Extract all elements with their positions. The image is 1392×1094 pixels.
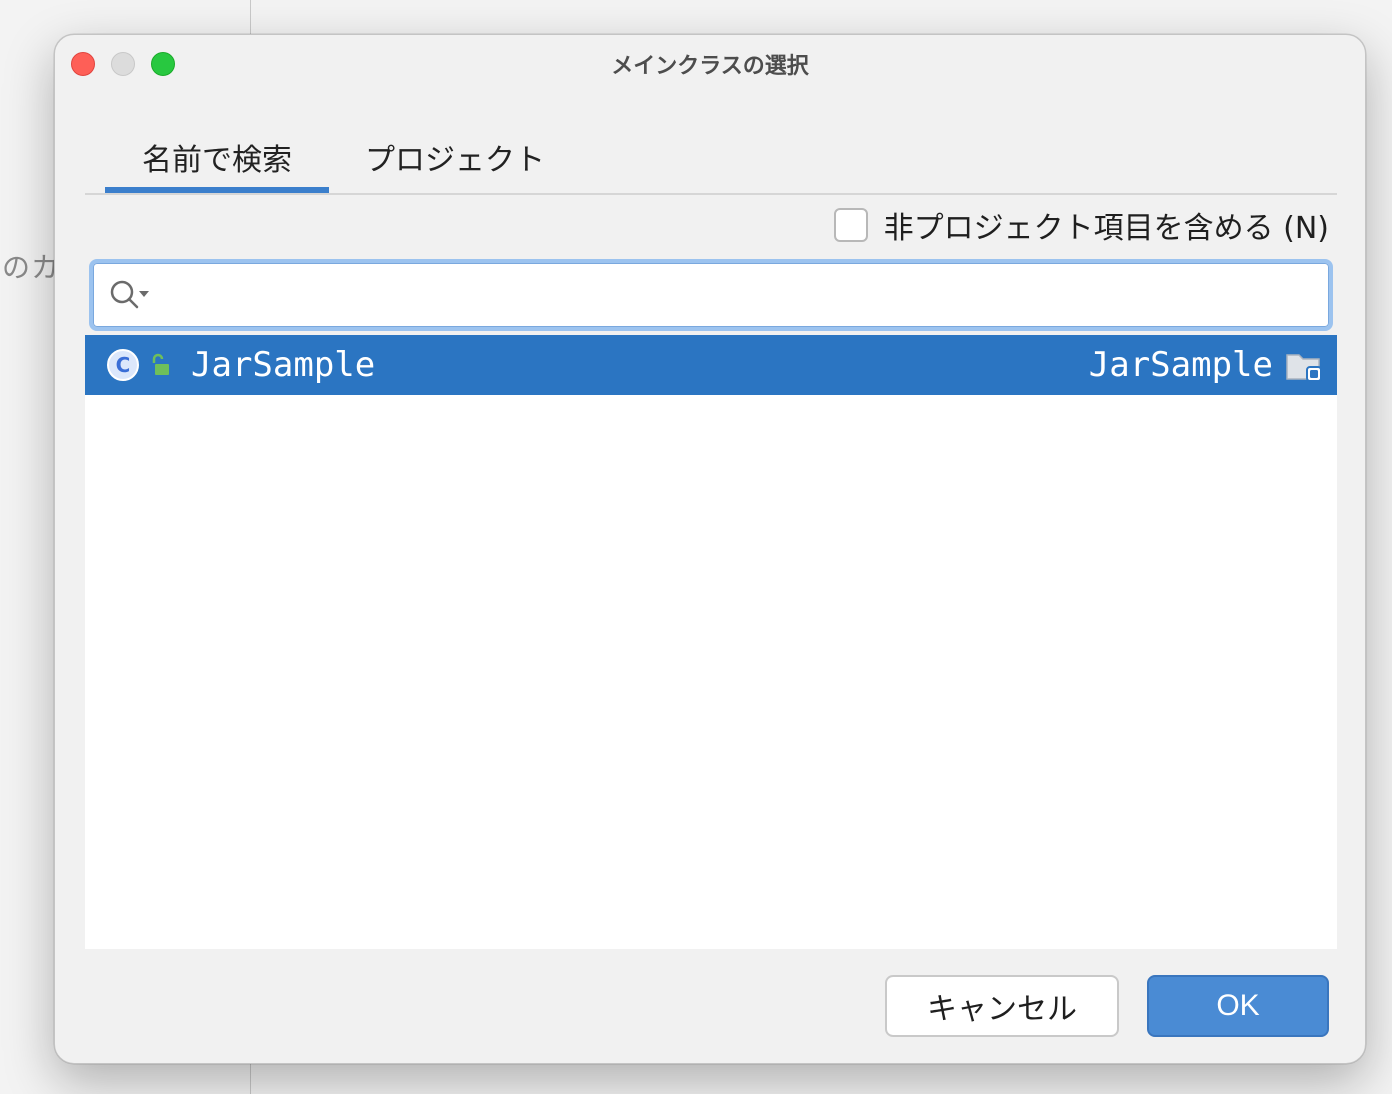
module-name: JarSample (1088, 345, 1273, 385)
unlocked-icon (152, 353, 169, 375)
title-bar: メインクラスの選択 (55, 35, 1365, 91)
select-main-class-dialog: メインクラスの選択 名前で検索 プロジェクト 非プロジェクト項目を含める (N)… (54, 34, 1366, 1064)
class-icon: C (107, 349, 139, 381)
background-text: のカ (2, 251, 61, 284)
ok-button[interactable]: OK (1147, 975, 1329, 1037)
tab-search-by-name[interactable]: 名前で検索 (105, 129, 329, 193)
dialog-title: メインクラスの選択 (611, 54, 809, 79)
include-non-project-label: 非プロジェクト項目を含める (N) (883, 211, 1329, 246)
tab-bar: 名前で検索 プロジェクト (85, 129, 1337, 195)
module-folder-icon (1286, 354, 1322, 382)
tab-project[interactable]: プロジェクト (345, 129, 565, 193)
tab-divider (85, 193, 1337, 195)
cancel-button[interactable]: キャンセル (885, 975, 1119, 1037)
search-icon[interactable] (107, 277, 153, 313)
search-input[interactable] (163, 269, 1317, 321)
include-non-project-checkbox[interactable] (833, 208, 868, 242)
include-non-project-option[interactable]: 非プロジェクト項目を含める (N) (833, 205, 1329, 246)
list-item[interactable]: C JarSample JarSample (85, 335, 1337, 395)
results-list[interactable]: C JarSample JarSample (85, 335, 1337, 949)
search-field[interactable] (89, 259, 1333, 331)
class-name: JarSample (191, 345, 376, 385)
